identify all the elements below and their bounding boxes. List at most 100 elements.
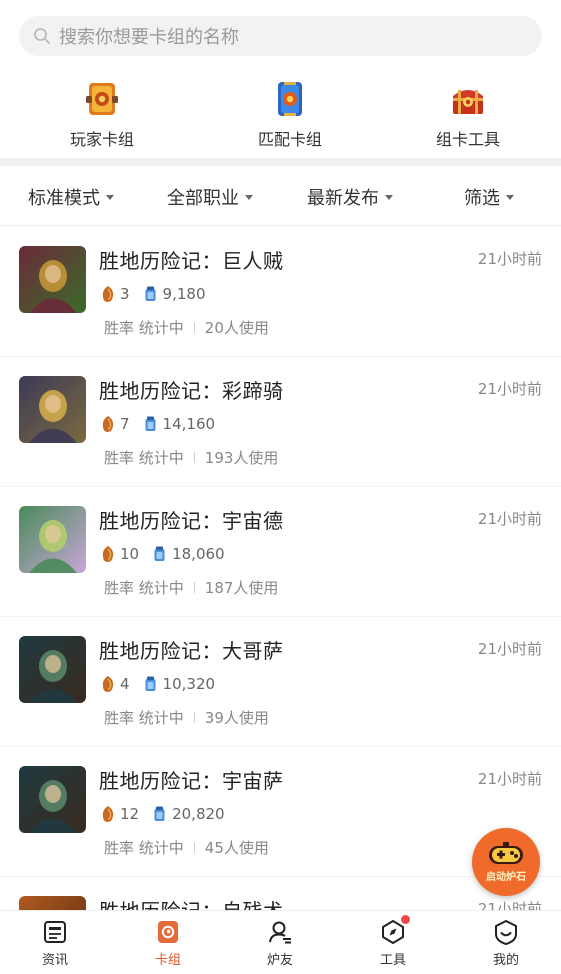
tab-label: 我的: [492, 953, 519, 968]
dust-cost-value: 12: [120, 805, 140, 823]
deck-hero-avatar: [19, 246, 86, 313]
card-box-icon: [86, 83, 118, 115]
filter-class-dropdown[interactable]: 全部职业: [167, 184, 253, 210]
search-bar-area: 搜索你想要卡组的名称: [0, 0, 561, 70]
arcane-dust-value: 20,820: [172, 805, 225, 823]
deck-usage: 193人使用: [204, 449, 279, 467]
gamepad-icon: [489, 842, 523, 864]
caret-down-icon: [106, 194, 114, 200]
deck-hero-avatar: [19, 506, 86, 573]
caret-down-icon: [506, 194, 514, 200]
dust-cost-value: 10: [120, 545, 140, 563]
friends-icon: [269, 921, 291, 944]
deck-title: 胜地历险记：巨人贼: [99, 249, 284, 273]
card-deck-icon: [278, 82, 302, 116]
tab-profile[interactable]: 我的: [476, 919, 536, 968]
deck-winrate: 胜率 统计中: [104, 449, 184, 467]
dust-cost-stat: 10: [102, 545, 139, 563]
dust-cost-value: 3: [120, 285, 130, 303]
deck-usage: 187人使用: [204, 579, 279, 597]
quick-entry-label: 玩家卡组: [69, 130, 134, 149]
filter-label: 最新发布: [307, 188, 379, 209]
deck-meta: 胜率 统计中 45人使用: [104, 837, 269, 858]
dust-cost-stat: 7: [102, 415, 130, 433]
arcane-dust-value: 18,060: [172, 545, 225, 563]
deck-stats: 4 10,320: [102, 675, 229, 693]
arcane-dust-icon: [145, 286, 156, 301]
deck-list-item[interactable]: 胜地历险记：巨人贼 21小时前 3 9,180 胜率 统计中 20人使用: [0, 227, 561, 357]
notification-badge: [401, 915, 410, 924]
deck-title: 胜地历险记：宇宙德: [99, 509, 284, 533]
treasure-chest-icon: [453, 90, 483, 114]
deck-usage: 39人使用: [204, 709, 269, 727]
caret-down-icon: [385, 194, 393, 200]
deck-list-item[interactable]: 胜地历险记：宇宙德 21小时前 10 18,060 胜率 统计中 187人使用: [0, 487, 561, 617]
tab-friends[interactable]: 炉友: [250, 919, 310, 968]
deck-time: 21小时前: [477, 250, 542, 268]
deck-winrate: 胜率 统计中: [104, 319, 184, 337]
deck-title: 胜地历险记：彩蹄骑: [99, 379, 284, 403]
filter-label: 标准模式: [28, 188, 100, 209]
deck-time: 21小时前: [477, 380, 542, 398]
dust-cost-value: 7: [120, 415, 130, 433]
arcane-dust-stat: 14,160: [144, 415, 216, 433]
deck-winrate: 胜率 统计中: [104, 839, 184, 857]
filter-label: 全部职业: [167, 188, 239, 209]
dust-icon: [102, 416, 114, 432]
deck-stats: 10 18,060: [102, 545, 239, 563]
deck-list-item[interactable]: 胜地历险记：大哥萨 21小时前 4 10,320 胜率 统计中 39人使用: [0, 617, 561, 747]
arcane-dust-value: 14,160: [162, 415, 216, 433]
tab-decks[interactable]: 卡组: [138, 919, 198, 968]
deck-time: 21小时前: [477, 510, 542, 528]
filter-label: 筛选: [464, 188, 500, 209]
filter-sort-dropdown[interactable]: 最新发布: [307, 184, 393, 210]
deck-icon: [158, 921, 178, 943]
profile-icon: [495, 920, 517, 945]
section-divider: [0, 158, 561, 166]
arcane-dust-stat: 18,060: [153, 545, 225, 563]
tab-label: 资讯: [41, 953, 68, 968]
tab-label: 工具: [379, 953, 406, 968]
deck-winrate: 胜率 统计中: [104, 579, 184, 597]
search-input[interactable]: 搜索你想要卡组的名称: [19, 16, 542, 56]
tab-tools[interactable]: 工具: [363, 915, 423, 968]
quick-entry-label: 匹配卡组: [257, 130, 322, 149]
filter-bar: 标准模式 全部职业 最新发布 筛选: [0, 166, 561, 226]
quick-entry-row: 玩家卡组 匹配卡组 组卡工具: [0, 72, 561, 158]
deck-time: 21小时前: [477, 770, 542, 788]
arcane-dust-icon: [145, 676, 156, 691]
quick-entry-deck-builder[interactable]: 组卡工具: [408, 80, 528, 150]
deck-stats: 12 20,820: [102, 805, 239, 823]
filter-mode-dropdown[interactable]: 标准模式: [28, 184, 114, 210]
meta-divider: [193, 322, 195, 333]
arcane-dust-stat: 9,180: [144, 285, 206, 303]
arcane-dust-value: 9,180: [162, 285, 206, 303]
launch-hearthstone-button[interactable]: 启动炉石: [472, 828, 540, 896]
dust-cost-stat: 12: [102, 805, 139, 823]
arcane-dust-value: 10,320: [162, 675, 216, 693]
filter-advanced-dropdown[interactable]: 筛选: [464, 184, 514, 210]
quick-entry-matched-decks[interactable]: 匹配卡组: [230, 80, 350, 150]
dust-icon: [102, 546, 114, 562]
quick-entry-player-decks[interactable]: 玩家卡组: [42, 80, 162, 150]
tab-news[interactable]: 资讯: [25, 919, 85, 968]
deck-meta: 胜率 统计中 193人使用: [104, 447, 278, 468]
search-placeholder: 搜索你想要卡组的名称: [59, 27, 239, 48]
dust-cost-stat: 3: [102, 285, 130, 303]
deck-meta: 胜率 统计中 187人使用: [104, 577, 278, 598]
arcane-dust-icon: [145, 416, 156, 431]
caret-down-icon: [245, 194, 253, 200]
dust-cost-stat: 4: [102, 675, 130, 693]
dust-cost-value: 4: [120, 675, 130, 693]
fab-label: 启动炉石: [486, 872, 526, 883]
news-icon: [44, 921, 66, 943]
deck-meta: 胜率 统计中 20人使用: [104, 317, 269, 338]
deck-winrate: 胜率 统计中: [104, 709, 184, 727]
deck-hero-avatar: [19, 766, 86, 833]
meta-divider: [193, 712, 195, 723]
deck-title: 胜地历险记：宇宙萨: [99, 769, 284, 793]
deck-meta: 胜率 统计中 39人使用: [104, 707, 269, 728]
bottom-tab-bar: 资讯 卡组 炉友 工具 我的: [0, 910, 561, 974]
dust-icon: [102, 286, 114, 302]
deck-list-item[interactable]: 胜地历险记：彩蹄骑 21小时前 7 14,160 胜率 统计中 193人使用: [0, 357, 561, 487]
